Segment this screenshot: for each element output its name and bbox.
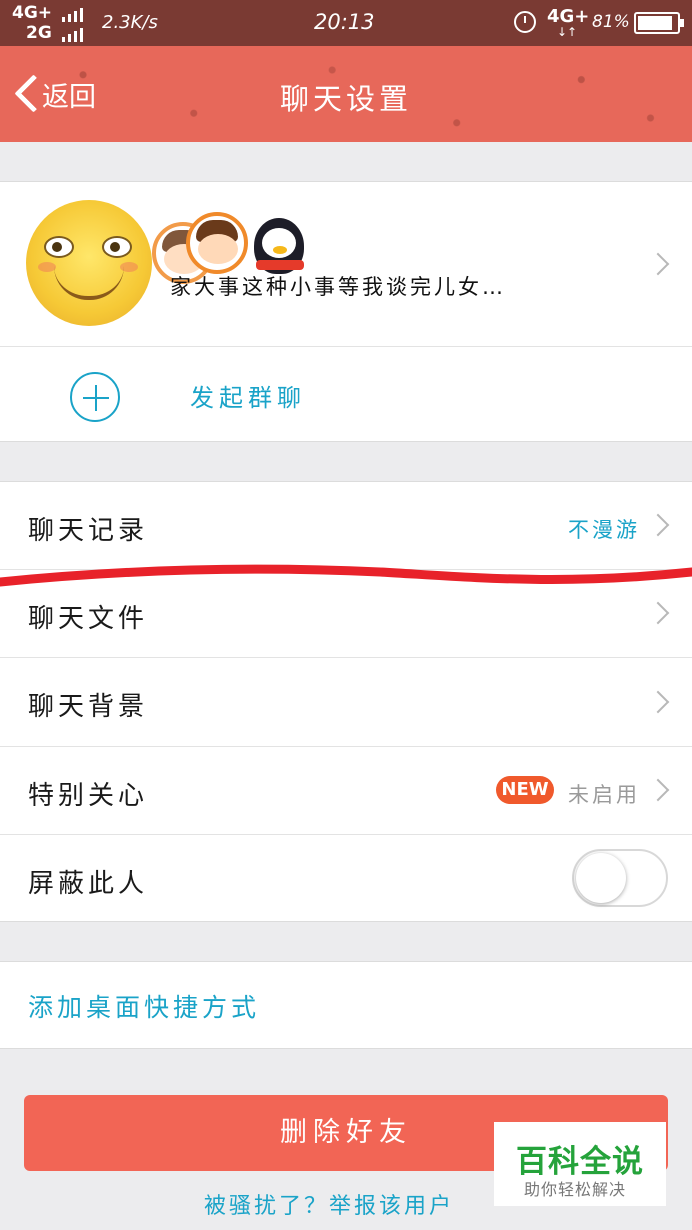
chat-history-label: 聊天记录 [28,516,149,546]
chat-background-row[interactable]: 聊天背景 [0,658,692,746]
block-toggle[interactable] [572,849,668,907]
block-label: 屏蔽此人 [28,869,149,899]
add-circle-icon [70,372,120,422]
special-care-value: 未启用 [568,783,640,807]
network-speed: 2.3K/s [102,12,158,33]
qq-penguin-icon [248,216,310,278]
network-type-top: 4G+ [12,3,53,23]
clock: 20:13 [314,10,375,34]
chat-files-label: 聊天文件 [28,604,149,634]
watermark-title: 百科全说 [516,1144,644,1180]
friend-badge-icon [186,212,248,274]
status-bar: 4G+ 2G 2.3K/s 20:13 4G+ ↓↑ 81% [0,0,692,46]
watermark-subtitle: 助你轻松解决 [524,1180,627,1199]
chevron-right-icon [646,513,670,537]
chevron-right-icon [646,601,670,625]
chat-history-row[interactable]: 聊天记录 不漫游 [0,482,692,569]
new-badge: NEW [496,776,554,804]
page-title: 聊天设置 [279,82,412,116]
chat-history-value: 不漫游 [568,518,640,542]
avatar[interactable] [26,200,152,326]
report-user-link[interactable]: 被骚扰了？举报该用户 [204,1188,454,1220]
chevron-right-icon [646,690,670,714]
title-bar: 返回 聊天设置 [0,46,692,142]
chevron-right-icon [646,778,670,802]
add-shortcut-label: 添加桌面快捷方式 [28,993,261,1022]
chevron-right-icon [646,252,670,276]
special-care-row[interactable]: 特别关心 未启用 [0,747,692,834]
network-type-bottom: 2G [26,23,52,43]
data-activity-icon: ↓↑ [557,25,578,39]
watermark-logo: 百科全说 助你轻松解决 [494,1122,666,1206]
signature-text: 家大事这种小事等我谈完儿女… [170,275,506,299]
network-type-right: 4G+ [547,6,590,27]
battery-icon [634,12,684,34]
alarm-icon [514,11,536,33]
battery-percent: 81% [592,12,630,32]
chat-files-row[interactable]: 聊天文件 [0,570,692,657]
special-care-label: 特别关心 [28,781,149,811]
start-group-chat-label: 发起群聊 [190,384,306,412]
signal-icon-secondary [62,28,86,42]
toggle-knob [576,853,626,903]
signal-icon [62,8,86,22]
chat-background-label: 聊天背景 [28,692,149,722]
